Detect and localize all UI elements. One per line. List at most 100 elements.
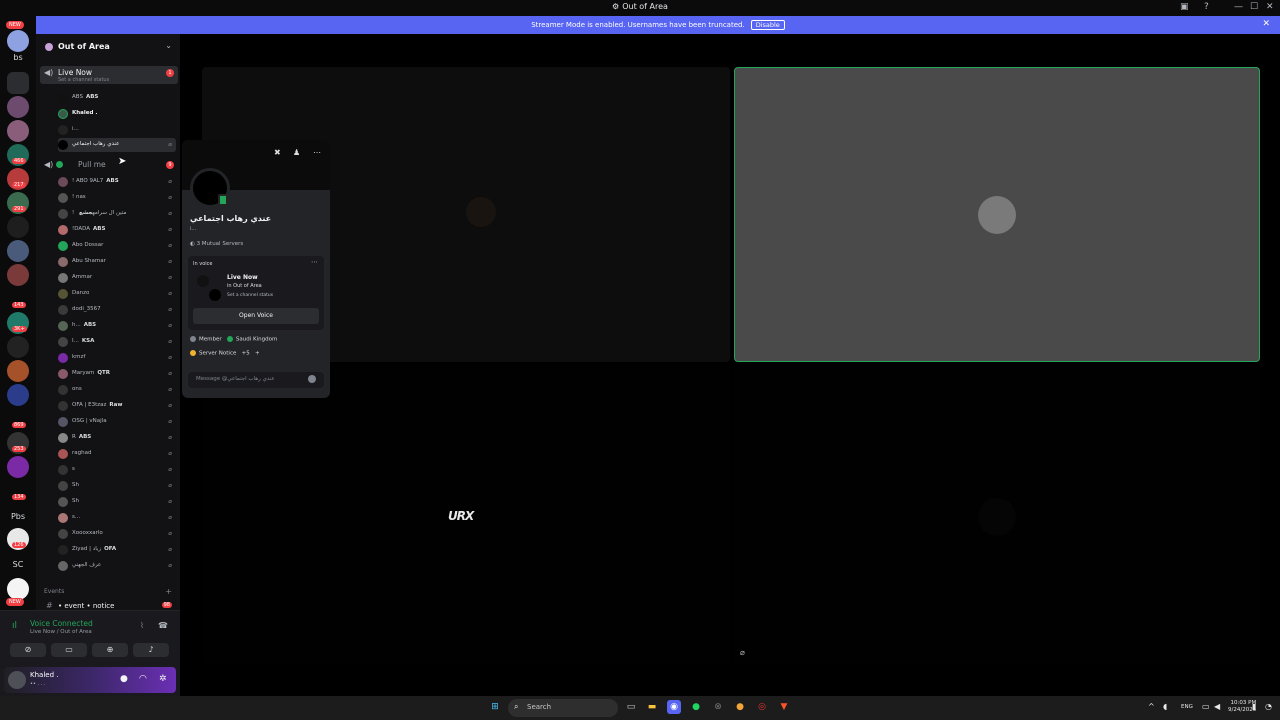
voice-location[interactable]: Live Now / Out of Area [30,629,92,635]
voice-user[interactable]: Abu Shamar ⌀ [58,255,176,269]
channel-status[interactable]: Set a channel status [58,77,109,83]
server-icon[interactable] [7,578,29,600]
voice-user[interactable]: ! متين ال سرامهجشع ⌀ [58,207,176,221]
server-icon[interactable] [7,336,29,358]
role-server-notice[interactable]: Server Notice [199,351,236,357]
chevron-up-icon[interactable]: ^ [1148,702,1155,711]
share-screen-button[interactable]: ▭ [51,643,87,657]
maximize-button[interactable]: ☐ [1250,2,1258,12]
add-role-icon[interactable]: + [255,351,260,357]
more-roles[interactable]: +5 [242,351,250,357]
notification-icon[interactable]: ◔ [1265,702,1272,711]
chevron-down-icon[interactable]: ⌄ [165,41,172,50]
voice-user[interactable]: s... ⌀ [58,511,176,525]
role-country[interactable]: Saudi Kingdom [236,337,277,343]
headphones-icon[interactable]: ◠ [139,674,147,684]
voice-channel-live-now[interactable]: ◀) Live Now Set a channel status 1 [40,66,178,84]
server-icon[interactable] [7,240,29,262]
camera-button[interactable]: ⊘ [10,643,46,657]
server-header[interactable]: Out of Area ⌄ [36,38,180,56]
mutual-servers[interactable]: 3 Mutual Servers [197,241,244,247]
voice-user[interactable]: i... [58,123,176,137]
voice-user[interactable]: !DADA ABS ⌀ [58,223,176,237]
voice-user[interactable]: ! ABO 9AL7 ABS ⌀ [58,175,176,189]
disable-button[interactable]: Disable [750,20,785,30]
language-indicator[interactable]: ENG [1181,704,1193,710]
voice-user[interactable]: Sh ⌀ [58,495,176,509]
voice-user[interactable]: raghad ⌀ [58,447,176,461]
voice-connected-label[interactable]: Voice Connected [30,619,93,628]
settings-gear-icon[interactable]: ✲ [159,674,167,684]
role-member[interactable]: Member [199,337,222,343]
spotify-icon[interactable]: ● [689,700,703,714]
task-view-icon[interactable]: ▭ [624,700,638,714]
server-icon[interactable] [7,96,29,118]
message-input[interactable]: Message @عندي رهاب اجتماعي [188,372,324,388]
voice-user[interactable]: OSG | vNajla ⌀ [58,415,176,429]
voice-user[interactable]: ons ⌀ [58,383,176,397]
voice-user[interactable]: dodi_3567 ⌀ [58,303,176,317]
voice-user[interactable]: Khaled . [58,107,176,121]
more-options-icon[interactable]: ⋯ [313,148,321,157]
app-icon[interactable]: ● [733,700,747,714]
voice-user[interactable]: OFA | E3tzaz Raw ⌀ [58,399,176,413]
help-icon[interactable]: ? [1204,2,1209,12]
clock[interactable]: 10:03 PM 9/24/2025 [1228,700,1256,714]
voice-user[interactable]: Sh ⌀ [58,479,176,493]
voice-channel-pull-me[interactable]: ◀) Pull me 9 [40,158,178,176]
microphone-tray-icon[interactable]: ◖ [1163,702,1167,711]
inbox-icon[interactable]: ▣ [1180,2,1189,12]
server-icon[interactable] [7,30,29,52]
open-voice-button[interactable]: Open Voice [193,308,319,324]
add-friend-icon[interactable]: ♟ [293,148,300,157]
server-icon-sc[interactable]: SC [0,560,36,569]
voice-user[interactable]: Danzo ⌀ [58,287,176,301]
voice-user[interactable]: Maryam QTR ⌀ [58,367,176,381]
xbox-icon[interactable]: ⊗ [711,700,725,714]
video-tile[interactable] [734,368,1260,664]
more-icon[interactable]: ⋯ [311,258,318,266]
activity-button[interactable]: ⊕ [92,643,128,657]
voice-user[interactable]: s ⌀ [58,463,176,477]
server-icon[interactable] [7,456,29,478]
close-button[interactable]: ✕ [1266,2,1274,12]
noise-suppression-icon[interactable]: ⌇ [140,621,144,630]
windows-start-icon[interactable]: ⊞ [488,700,502,714]
banner-close-icon[interactable]: ✕ [1262,19,1270,29]
server-icon[interactable] [7,384,29,406]
server-icon[interactable] [7,120,29,142]
soundboard-button[interactable]: ♪ [133,643,169,657]
chrome-icon[interactable]: ◎ [755,700,769,714]
voice-user[interactable]: Abo Dossar ⌀ [58,239,176,253]
minimize-button[interactable]: — [1234,2,1243,12]
voice-user[interactable]: R ABS ⌀ [58,431,176,445]
channel-event-notice[interactable]: # • event • notice 98 [36,601,180,610]
brave-icon[interactable]: ▼ [777,700,791,714]
disconnect-icon[interactable]: ☎ [158,621,168,630]
voice-user[interactable]: I... KSA ⌀ [58,335,176,349]
voice-user[interactable]: عرف الجهني ⌀ [58,559,176,573]
user-avatar[interactable] [8,671,26,689]
server-icon-bs[interactable]: bs [0,53,36,62]
discord-icon[interactable]: ◉ [667,700,681,714]
voice-user[interactable]: Ziyad | زياد OFA ⌀ [58,543,176,557]
server-icon[interactable] [7,360,29,382]
block-icon[interactable]: ✖ [274,148,281,157]
voice-user[interactable]: h... ABS ⌀ [58,319,176,333]
emoji-icon[interactable] [308,375,316,383]
add-icon[interactable]: + [165,587,172,596]
voice-user[interactable]: ! nas ⌀ [58,191,176,205]
voice-user[interactable]: ABS ABS [58,91,176,105]
voice-user-selected[interactable]: عندي رهاب اجتماعي ⌀ [58,138,176,152]
speaker-tray-icon[interactable]: ◀ [1214,702,1220,711]
display-icon[interactable]: ▭ [1202,702,1210,711]
server-icon[interactable] [7,72,29,94]
microphone-icon[interactable]: ● [120,674,128,684]
server-icon[interactable] [7,264,29,286]
taskbar-search[interactable]: ⌕ Search [508,699,618,717]
server-icon-pbs[interactable]: Pbs [0,512,36,521]
voice-user[interactable]: kmzf ⌀ [58,351,176,365]
file-explorer-icon[interactable]: ▬ [645,700,659,714]
video-tile-speaking[interactable] [734,67,1260,362]
server-icon[interactable] [7,216,29,238]
